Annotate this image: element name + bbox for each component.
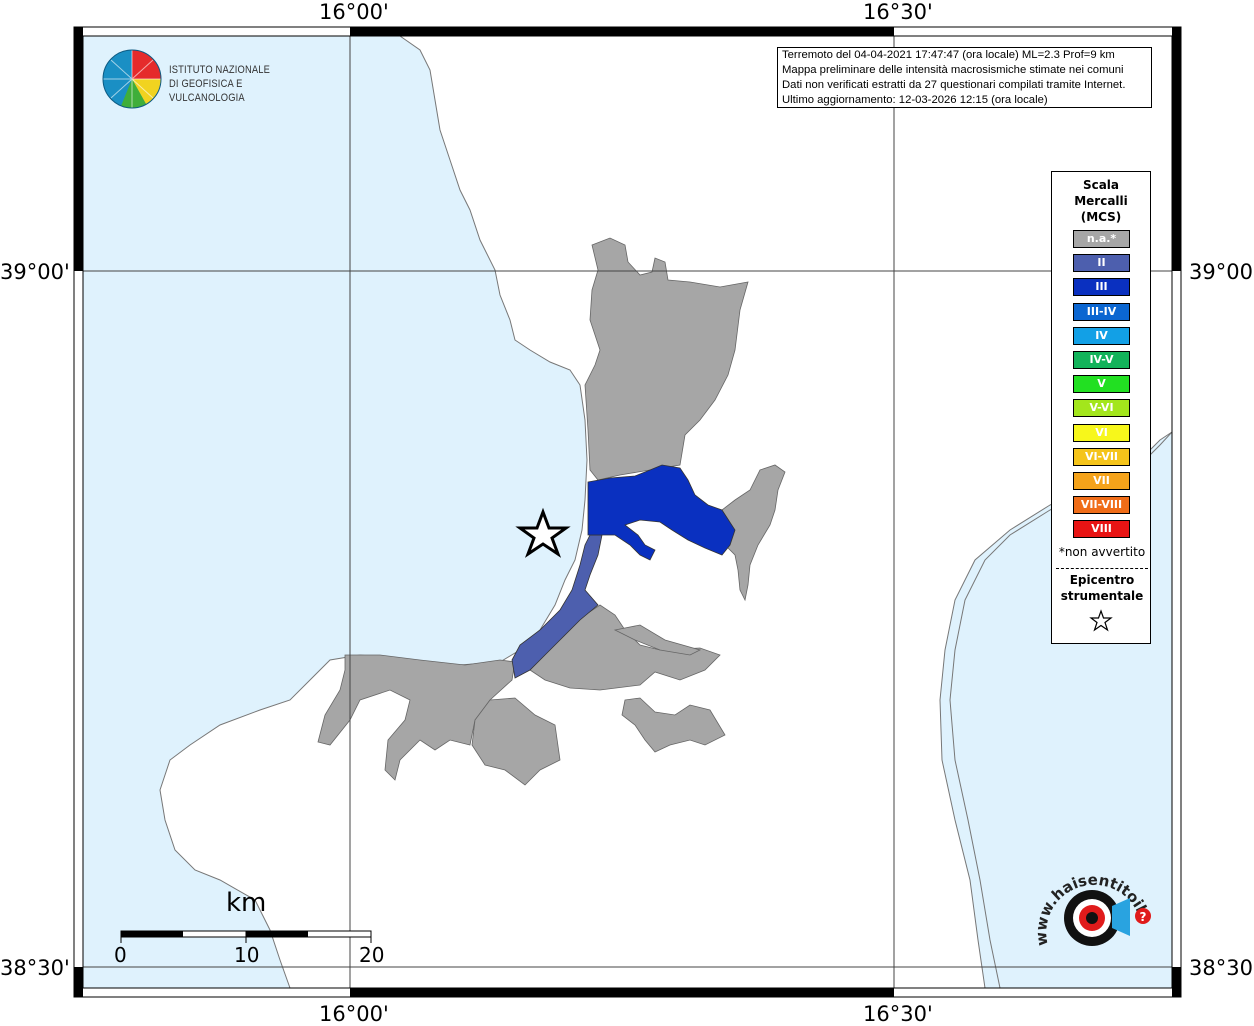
lat-label-right-lower: 38°30' (1189, 956, 1254, 980)
scale-tick-10: 10 (234, 943, 260, 967)
info-line-updated: Ultimo aggiornamento: 12-03-2026 12:15 (… (782, 94, 1048, 106)
lon-label-top-right: 16°30' (863, 0, 933, 24)
scale-tick-20: 20 (359, 943, 385, 967)
legend-item-vii: VII (1073, 472, 1130, 490)
lon-label-top-left: 16°00' (319, 0, 389, 24)
scale-unit: km (226, 888, 267, 918)
legend-title-2: Mercalli (1074, 194, 1128, 208)
legend-item-viii: VIII (1073, 520, 1130, 539)
legend-item-vii-viii: VII-VIII (1073, 496, 1130, 515)
lat-label-right-upper: 39°00' (1189, 260, 1254, 284)
legend-divider (1056, 568, 1148, 569)
hsi-question-mark: ? (1140, 910, 1147, 924)
legend-item-iv: IV (1073, 326, 1130, 345)
legend-item-iii: III (1073, 278, 1130, 297)
lat-label-left-lower: 38°30' (0, 956, 70, 980)
legend-note: *non avvertito (1058, 545, 1146, 559)
info-line-data-note: Dati non verificati estratti da 27 quest… (782, 79, 1126, 91)
legend-epi-1: Epicentro (1069, 573, 1135, 587)
legend-item-ii: II (1073, 254, 1130, 273)
logo-line2: DI GEOFISICA E VULCANOLOGIA (169, 78, 245, 104)
event-info-box: Terremoto del 04-04-2021 17:47:47 (ora l… (777, 47, 1152, 108)
legend-star-icon (1089, 609, 1113, 632)
legend-epi-2: strumentale (1060, 589, 1144, 603)
legend-item-vi: VI (1073, 423, 1130, 442)
lon-label-bottom-right: 16°30' (863, 1002, 933, 1026)
legend-title-1: Scala (1082, 178, 1120, 192)
mcs-legend: Scala Mercalli (MCS) n.a.* II III III-IV IV I… (1051, 171, 1151, 644)
legend-item-v: V (1073, 375, 1130, 394)
ingv-logo: ISTITUTO NAZIONALE DI GEOFISICA E VULCAN… (101, 48, 331, 110)
legend-item-vi-vii: VI-VII (1073, 447, 1130, 466)
haisentito-logo: www.haisentitoilterremoto.it ? (1022, 846, 1160, 975)
logo-line1: ISTITUTO NAZIONALE (169, 64, 271, 76)
lat-label-left-upper: 39°00' (0, 260, 70, 284)
legend-item-v-vi: V-VI (1073, 399, 1130, 418)
info-line-event: Terremoto del 04-04-2021 17:47:47 (ora l… (782, 49, 1115, 61)
legend-item-n-a: n.a.* (1073, 230, 1130, 248)
lon-label-bottom-left: 16°00' (319, 1002, 389, 1026)
ingv-globe-icon (102, 49, 162, 109)
scale-tick-0: 0 (114, 943, 127, 967)
legend-item-iii-iv: III-IV (1073, 302, 1130, 321)
legend-item-iv-v: IV-V (1073, 351, 1130, 369)
info-line-map-desc: Mappa preliminare delle intensità macros… (782, 64, 1124, 76)
legend-title-3: (MCS) (1080, 210, 1122, 224)
